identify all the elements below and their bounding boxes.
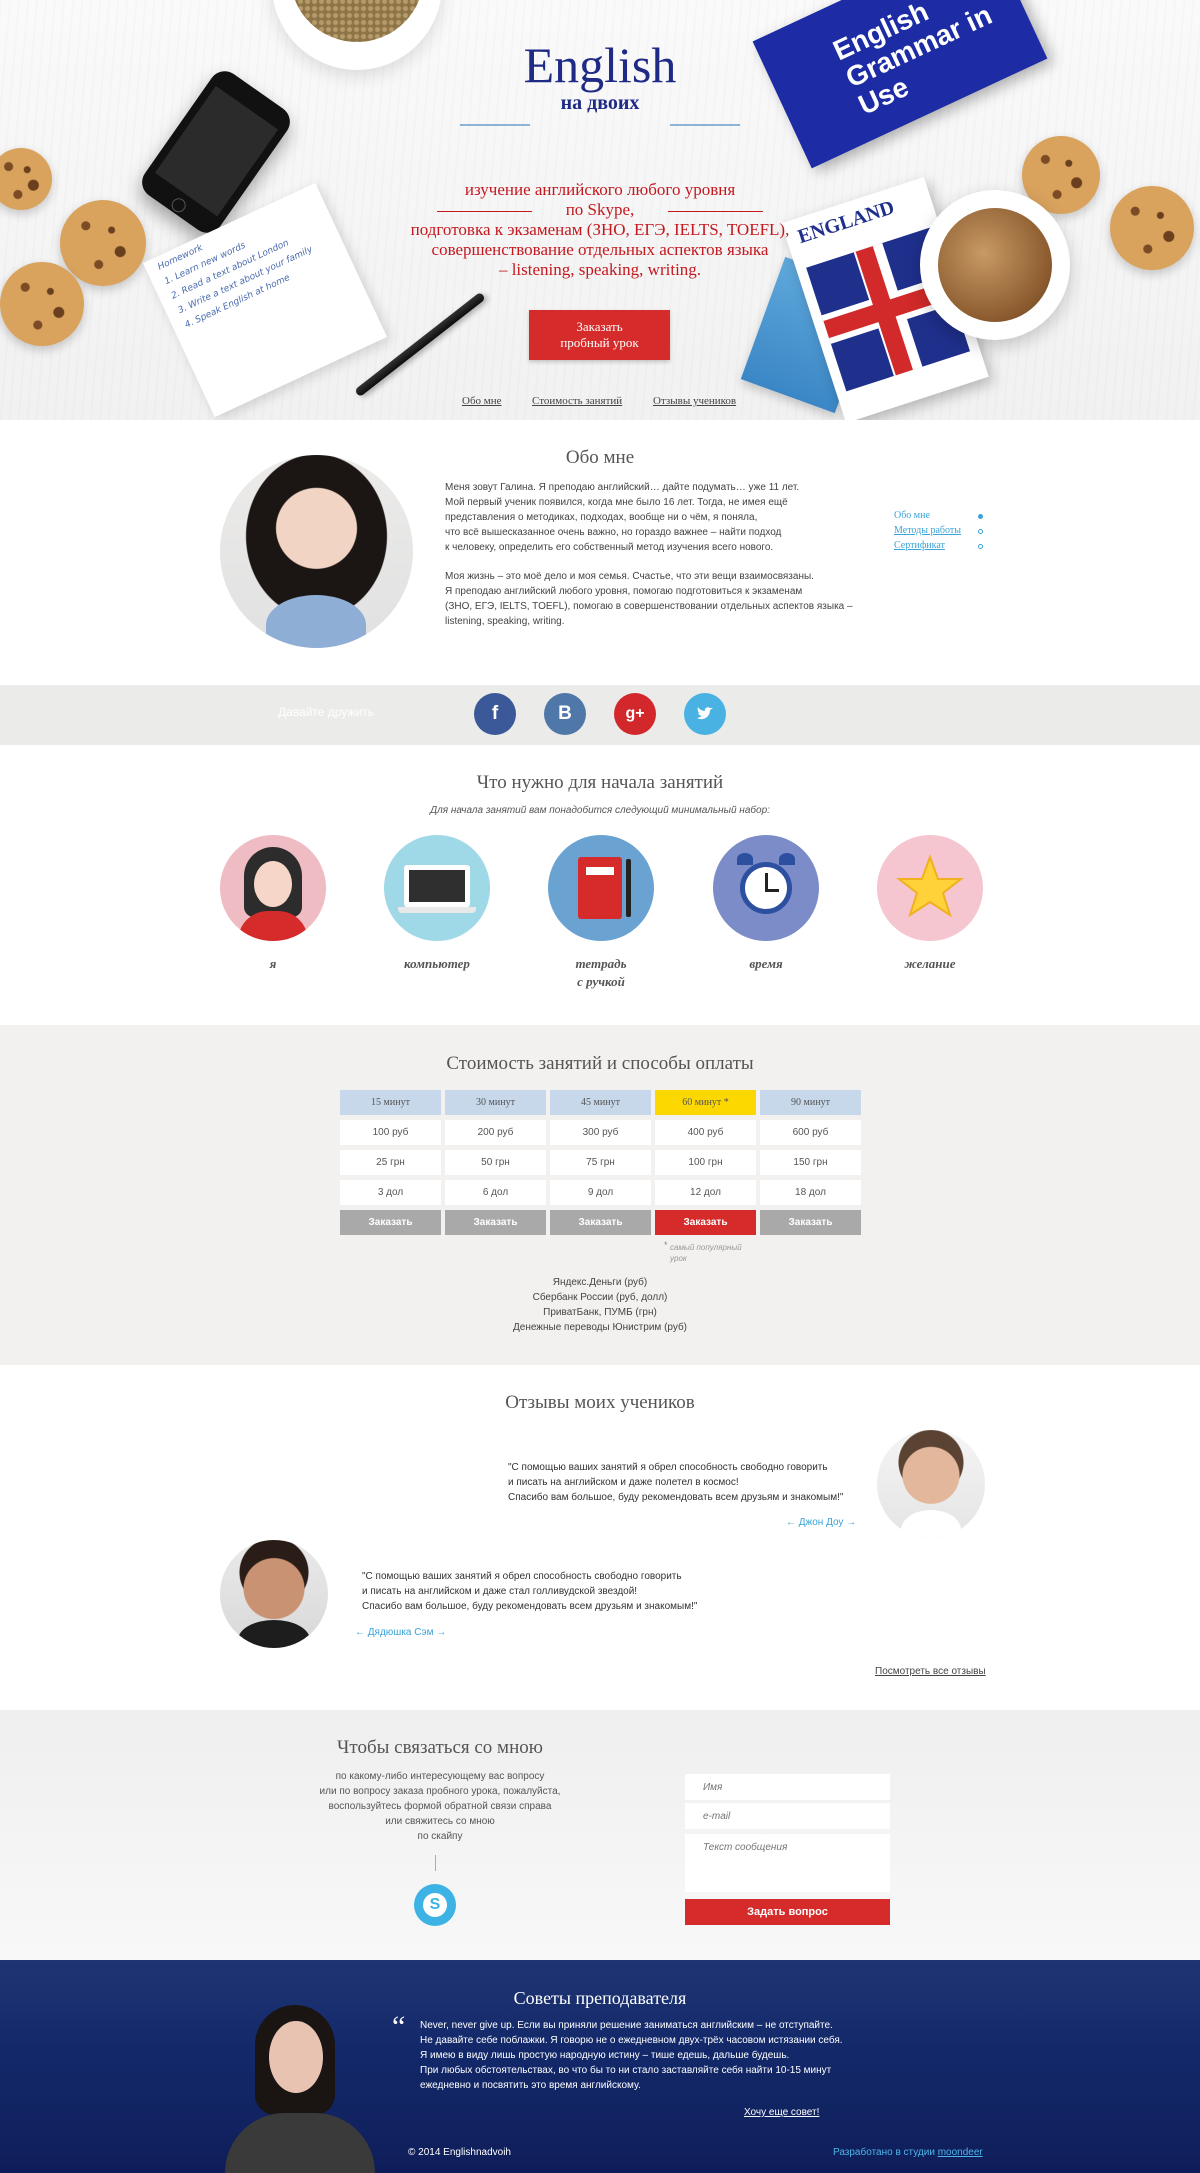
nav-about[interactable]: Обо мне — [462, 395, 502, 407]
copyright: © 2014 Englishnadvoih — [408, 2147, 511, 2158]
sidenav-dot-active[interactable] — [978, 514, 983, 519]
price-header: 90 минут — [760, 1090, 861, 1115]
logo-arrow-right — [670, 124, 740, 126]
footnote-mark: * — [664, 1240, 668, 1250]
need-label-computer: компьютер — [404, 956, 470, 971]
cookie-image — [0, 262, 84, 346]
computer-icon — [384, 835, 490, 941]
social-label: Давайте дружить — [278, 705, 374, 719]
sidenav-dot[interactable] — [978, 529, 983, 534]
need-label-notebook: тетрадь с ручкой — [575, 956, 627, 989]
email-field[interactable] — [685, 1803, 890, 1829]
contact-title: Чтобы связаться со мною — [337, 1737, 543, 1758]
all-reviews-link[interactable]: Посмотреть все отзывы — [875, 1666, 986, 1677]
coffee-cup-image — [920, 190, 1070, 340]
sidenav-dot[interactable] — [978, 544, 983, 549]
price-cell: 400 руб — [655, 1120, 756, 1145]
quote-mark-icon: “ — [392, 2010, 406, 2043]
studio-link[interactable]: moondeer — [938, 2147, 983, 2158]
price-cell: 9 дол — [550, 1180, 651, 1205]
price-cell: 600 руб — [760, 1120, 861, 1145]
price-cell: 150 грн — [760, 1150, 861, 1175]
payment-methods: Яндекс.Деньги (руб) Сбербанк России (руб… — [512, 1277, 688, 1333]
price-cell: 200 руб — [445, 1120, 546, 1145]
tips-quote: Never, never give up. Если вы приняли ре… — [420, 2020, 843, 2091]
logo-arrow-left — [460, 124, 530, 126]
sidenav-methods[interactable]: Методы работы — [894, 525, 961, 536]
price-cell: 75 грн — [550, 1150, 651, 1175]
hero-section: Homework 1. Learn new words 2. Read a te… — [0, 0, 1200, 420]
name-field[interactable] — [685, 1774, 890, 1800]
price-header: 60 минут * — [655, 1090, 756, 1115]
site-logo[interactable]: English на двоих — [440, 38, 760, 115]
tagline-line-left — [437, 211, 532, 212]
alarm-clock-icon — [713, 835, 819, 941]
hero-tagline: изучение английского любого уровня по Sk… — [410, 180, 790, 279]
nav-reviews[interactable]: Отзывы учеников — [653, 395, 736, 407]
trial-lesson-button[interactable]: Заказать пробный урок — [529, 310, 670, 360]
review-2-author: ← Дядюшка Сэм → — [355, 1627, 447, 1638]
order-button[interactable]: Заказать — [550, 1210, 651, 1235]
googleplus-icon[interactable]: g+ — [614, 693, 656, 735]
logo-title: English — [523, 37, 677, 93]
teacher-photo — [220, 455, 413, 648]
skype-icon[interactable]: S — [414, 1884, 456, 1926]
developer-credit: Разработано в студии moondeer — [833, 2147, 983, 2158]
footnote-text: самый популярный урок — [670, 1243, 742, 1263]
about-text: Меня зовут Галина. Я преподаю английский… — [445, 482, 853, 627]
nav-prices[interactable]: Стоимость занятий — [532, 395, 622, 407]
price-header: 30 минут — [445, 1090, 546, 1115]
message-field[interactable] — [685, 1834, 890, 1892]
price-cell: 100 грн — [655, 1150, 756, 1175]
teacher-footer-photo — [225, 2005, 375, 2173]
order-button[interactable]: Заказать — [445, 1210, 546, 1235]
tagline-line-right — [668, 211, 763, 212]
price-cell: 25 грн — [340, 1150, 441, 1175]
need-subtitle: Для начала занятий вам понадобится следу… — [430, 805, 770, 816]
sidenav-about[interactable]: Обо мне — [894, 510, 930, 521]
tips-title: Советы преподавателя — [513, 1988, 687, 2008]
need-label-time: время — [749, 956, 783, 971]
cookie-image — [1110, 186, 1194, 270]
price-cell: 50 грн — [445, 1150, 546, 1175]
woman-icon — [220, 835, 326, 941]
more-tips-link[interactable]: Хочу еще совет! — [744, 2105, 819, 2120]
facebook-icon[interactable]: f — [474, 693, 516, 735]
cookie-image — [60, 200, 146, 286]
social-bar — [0, 685, 1200, 745]
price-cell: 6 дол — [445, 1180, 546, 1205]
submit-question-button[interactable]: Задать вопрос — [685, 1899, 890, 1925]
need-label-desire: желание — [904, 956, 956, 971]
price-header: 45 минут — [550, 1090, 651, 1115]
prices-title: Стоимость занятий и способы оплаты — [446, 1053, 754, 1074]
logo-subtitle: на двоих — [560, 92, 640, 114]
need-title: Что нужно для начала занятий — [476, 772, 724, 793]
order-button[interactable]: Заказать — [760, 1210, 861, 1235]
review-1-author: ← Джон Доу → — [786, 1517, 857, 1528]
vkontakte-icon[interactable]: В — [544, 693, 586, 735]
need-label-me: я — [269, 956, 277, 971]
sidenav-certificate[interactable]: Сертификат — [894, 540, 945, 551]
order-button[interactable]: Заказать — [340, 1210, 441, 1235]
contact-divider — [435, 1855, 436, 1871]
price-cell: 100 руб — [340, 1120, 441, 1145]
contact-text: по какому-либо интересующему вас вопросу… — [319, 1771, 561, 1842]
twitter-icon[interactable] — [684, 693, 726, 735]
twitter-bird-icon — [697, 707, 713, 720]
about-title: Обо мне — [565, 447, 635, 468]
price-header: 15 минут — [340, 1090, 441, 1115]
review-2-text: "С помощью ваших занятий я обрел способн… — [362, 1571, 698, 1612]
reviewer-photo-2 — [220, 1540, 328, 1648]
price-cell: 300 руб — [550, 1120, 651, 1145]
price-cell: 12 дол — [655, 1180, 756, 1205]
reviewer-photo-1 — [877, 1430, 985, 1538]
order-button[interactable]: Заказать — [655, 1210, 756, 1235]
star-icon — [877, 835, 983, 941]
notebook-icon — [548, 835, 654, 941]
price-cell: 3 дол — [340, 1180, 441, 1205]
price-cell: 18 дол — [760, 1180, 861, 1205]
reviews-title: Отзывы моих учеников — [505, 1392, 695, 1413]
review-1-text: "С помощью ваших занятий я обрел способн… — [508, 1462, 844, 1503]
